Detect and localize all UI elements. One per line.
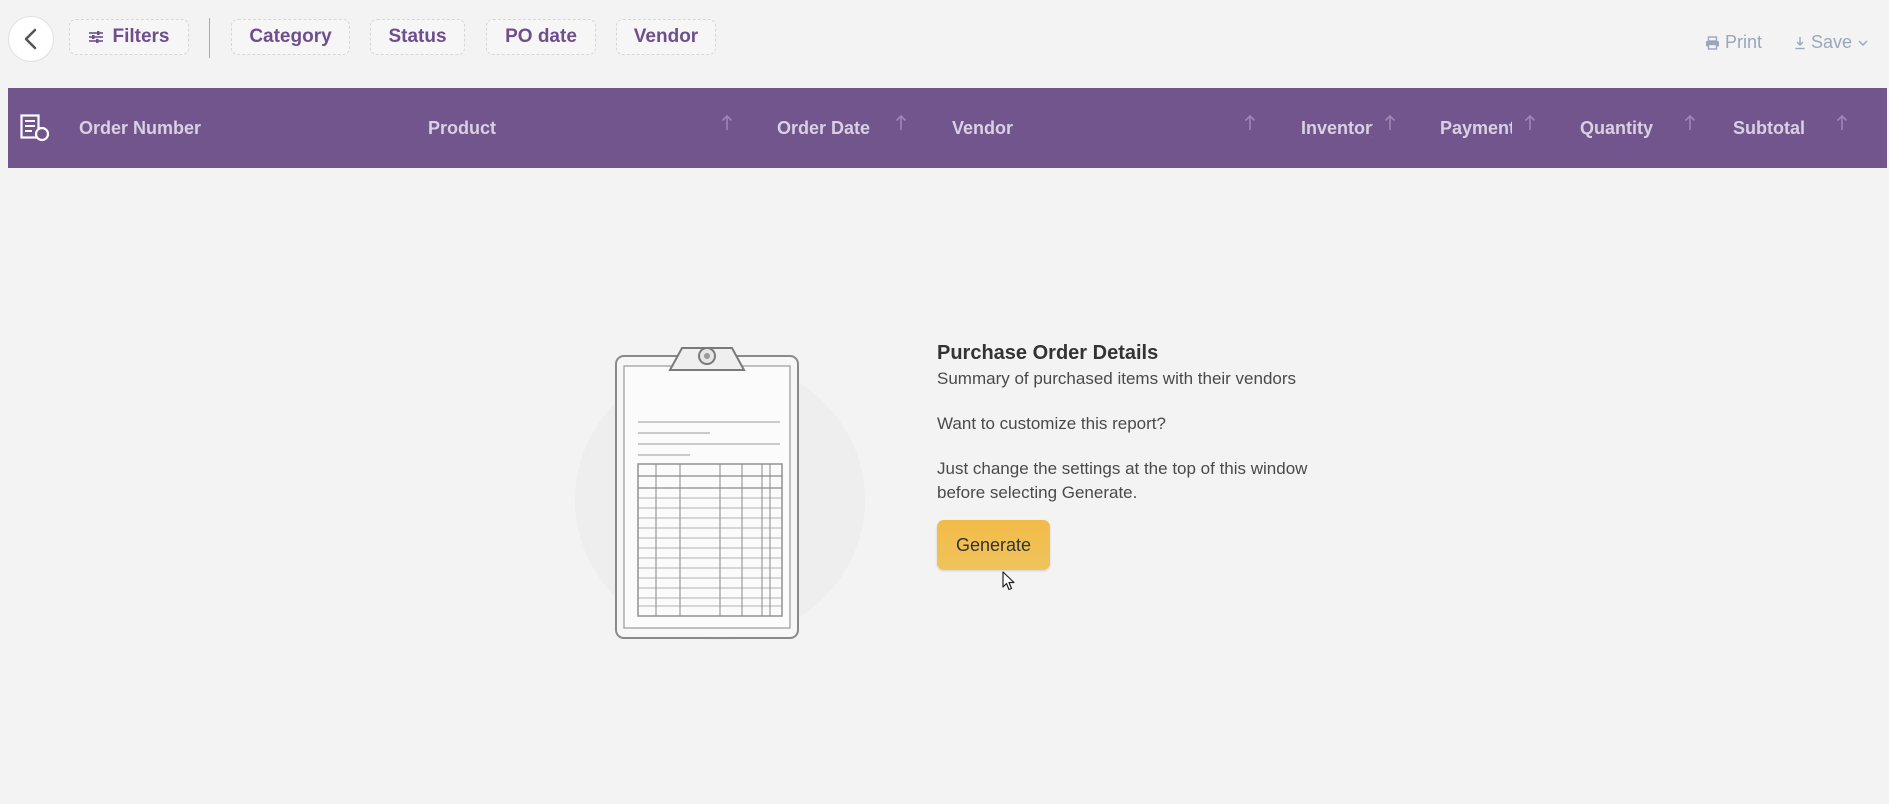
- column-product[interactable]: Product: [428, 118, 578, 139]
- vendor-filter-chip[interactable]: Vendor: [616, 19, 716, 55]
- report-checklist-icon[interactable]: [20, 114, 50, 142]
- column-subtotal[interactable]: Subtotal: [1733, 118, 1823, 139]
- column-inventory[interactable]: Inventory: [1301, 118, 1373, 139]
- column-order-number[interactable]: Order Number: [79, 118, 279, 139]
- toolbar-divider: [209, 18, 210, 58]
- back-arrow-icon: [24, 28, 37, 50]
- report-table-header: Order Number Product Order Date Vendor I…: [8, 88, 1887, 168]
- column-quantity[interactable]: Quantity: [1580, 118, 1680, 139]
- clipboard-illustration: [575, 347, 865, 640]
- filters-button[interactable]: Filters: [69, 19, 189, 55]
- report-title: Purchase Order Details: [937, 342, 1159, 364]
- status-filter-chip[interactable]: Status: [370, 19, 465, 55]
- download-icon: [1795, 36, 1805, 49]
- mouse-pointer-icon: [1002, 571, 1015, 591]
- customize-question: Want to customize this report?: [937, 414, 1166, 433]
- sort-arrow-up-icon[interactable]: [1244, 114, 1256, 132]
- printer-icon: [1706, 35, 1719, 50]
- save-label: Save: [1811, 32, 1853, 52]
- sort-arrow-up-icon[interactable]: [1524, 114, 1536, 132]
- empty-state-info: Purchase Order Details Summary of purcha…: [937, 341, 1357, 505]
- customize-instructions: Just change the settings at the top of t…: [937, 459, 1308, 502]
- column-vendor[interactable]: Vendor: [952, 118, 1102, 139]
- sort-arrow-up-icon[interactable]: [1384, 114, 1396, 132]
- column-order-date[interactable]: Order Date: [777, 118, 887, 139]
- sort-arrow-up-icon[interactable]: [1684, 114, 1696, 132]
- chevron-down-icon: [1858, 40, 1868, 46]
- back-button[interactable]: [8, 16, 54, 62]
- print-label: Print: [1725, 32, 1763, 52]
- filters-label: Filters: [112, 26, 170, 47]
- category-filter-chip[interactable]: Category: [231, 19, 350, 55]
- print-button[interactable]: Print: [1705, 32, 1762, 53]
- save-button[interactable]: Save: [1794, 32, 1868, 53]
- filter-sliders-icon: [88, 30, 104, 44]
- sort-arrow-up-icon[interactable]: [1836, 114, 1848, 132]
- top-toolbar: Filters Category Status PO date Vendor P…: [0, 0, 1889, 80]
- report-subtitle: Summary of purchased items with their ve…: [937, 369, 1297, 388]
- po-date-filter-chip[interactable]: PO date: [486, 19, 596, 55]
- sort-arrow-up-icon[interactable]: [895, 114, 907, 132]
- sort-arrow-up-icon[interactable]: [721, 114, 733, 132]
- generate-button[interactable]: Generate: [937, 520, 1050, 570]
- column-payment[interactable]: Payment: [1440, 118, 1512, 139]
